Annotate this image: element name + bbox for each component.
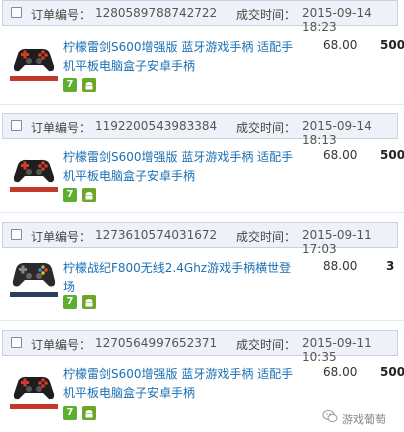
- watermark-text: 游戏葡萄: [342, 413, 386, 426]
- price-value: 88.00: [323, 259, 358, 273]
- android-icon: [82, 406, 96, 420]
- deal-time-label: 成交时间：: [236, 121, 297, 135]
- order-card: 订单编号： 1273610574031672 成交时间： 2015-09-11 …: [0, 222, 404, 314]
- product-title-link[interactable]: 柠檬战纪F800无线2.4Ghz游戏手柄横世登场: [63, 259, 303, 297]
- order-checkbox[interactable]: [11, 7, 22, 18]
- android-icon: [82, 78, 96, 92]
- gamepad-thumbnail[interactable]: [10, 151, 58, 189]
- product-title-link[interactable]: 柠檬雷剑S600增强版 蓝牙游戏手柄 适配手机平板电脑盒子安卓手柄: [63, 148, 303, 186]
- thumbnail-caption-bar: [10, 76, 58, 81]
- price-value: 68.00: [323, 148, 358, 162]
- deal-time-label: 成交时间：: [236, 338, 297, 352]
- order-checkbox[interactable]: [11, 120, 22, 131]
- seven-day-return-icon: 7: [63, 78, 77, 92]
- gamepad-thumbnail[interactable]: [10, 368, 58, 406]
- thumbnail-caption-bar: [10, 404, 58, 409]
- gamepad-thumbnail[interactable]: [10, 256, 58, 294]
- quantity-value: 3: [386, 259, 395, 273]
- thumbnail-caption-bar: [10, 292, 58, 297]
- seven-day-return-icon: 7: [63, 295, 77, 309]
- wechat-icon: [322, 410, 338, 423]
- order-no-label: 订单编号：: [31, 8, 92, 22]
- deal-time-label: 成交时间：: [236, 8, 297, 22]
- order-no-label: 订单编号：: [31, 121, 92, 135]
- order-header: 订单编号： 1192200543983384 成交时间： 2015-09-14 …: [2, 113, 398, 147]
- order-no-label: 订单编号：: [31, 338, 92, 352]
- order-checkbox[interactable]: [11, 229, 22, 240]
- order-card: 订单编号： 1280589788742722 成交时间： 2015-09-14 …: [0, 0, 404, 104]
- thumbnail-caption-bar: [10, 187, 58, 192]
- quantity-value: 500: [380, 148, 404, 162]
- order-no-value: 1192200543983384: [95, 119, 218, 133]
- divider: [0, 104, 404, 105]
- deal-time-value: 2015-09-14 18:13: [302, 119, 372, 147]
- quantity-value: 500: [380, 38, 404, 52]
- order-no-value: 1273610574031672: [95, 228, 218, 242]
- deal-time-value: 2015-09-14 18:23: [302, 6, 372, 34]
- deal-time-value: 2015-09-11 17:03: [302, 228, 372, 256]
- order-no-label: 订单编号：: [31, 230, 92, 244]
- order-header: 订单编号： 1280589788742722 成交时间： 2015-09-14 …: [2, 0, 398, 34]
- order-card: 订单编号： 1192200543983384 成交时间： 2015-09-14 …: [0, 113, 404, 212]
- order-no-value: 1280589788742722: [95, 6, 218, 20]
- android-icon: [82, 188, 96, 202]
- gamepad-thumbnail[interactable]: [10, 40, 58, 78]
- product-title-link[interactable]: 柠檬雷剑S600增强版 蓝牙游戏手柄 适配手机平板电脑盒子安卓手柄: [63, 365, 303, 403]
- divider: [0, 320, 404, 321]
- divider: [0, 212, 404, 213]
- deal-time-value: 2015-09-11 10:35: [302, 336, 372, 364]
- android-icon: [82, 295, 96, 309]
- price-value: 68.00: [323, 365, 358, 379]
- order-header: 订单编号： 1273610574031672 成交时间： 2015-09-11 …: [2, 222, 398, 256]
- quantity-value: 500: [380, 365, 404, 379]
- order-no-value: 1270564997652371: [95, 336, 218, 350]
- seven-day-return-icon: 7: [63, 406, 77, 420]
- seven-day-return-icon: 7: [63, 188, 77, 202]
- order-header: 订单编号： 1270564997652371 成交时间： 2015-09-11 …: [2, 330, 398, 364]
- deal-time-label: 成交时间：: [236, 230, 297, 244]
- product-title-link[interactable]: 柠檬雷剑S600增强版 蓝牙游戏手柄 适配手机平板电脑盒子安卓手柄: [63, 38, 303, 76]
- price-value: 68.00: [323, 38, 358, 52]
- order-checkbox[interactable]: [11, 337, 22, 348]
